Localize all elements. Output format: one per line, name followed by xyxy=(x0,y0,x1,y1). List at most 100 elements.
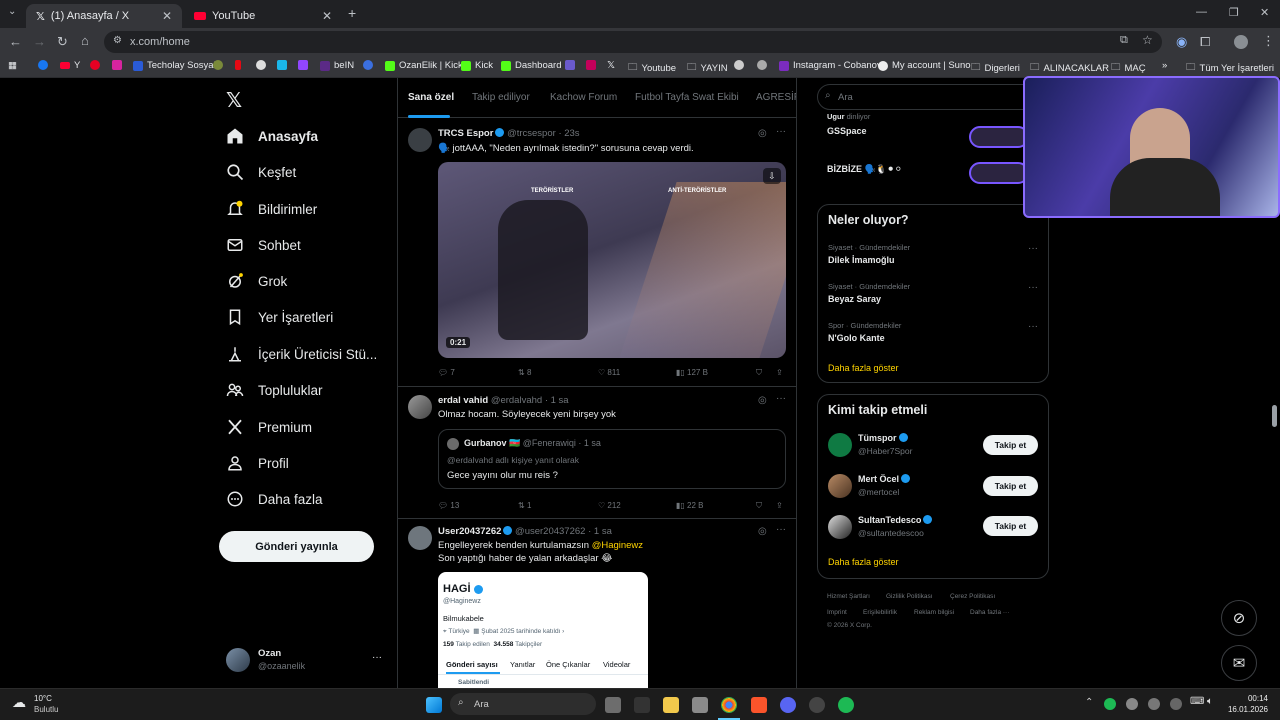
extension-icon[interactable]: ◉ xyxy=(1176,34,1187,50)
trend-menu-icon[interactable]: ··· xyxy=(1028,282,1038,293)
browser-menu-icon[interactable]: ⋮ xyxy=(1262,33,1275,49)
widgets-icon[interactable] xyxy=(634,697,650,713)
sidebar-item-grok[interactable]: Grok xyxy=(226,272,287,290)
grok-post-icon[interactable]: ◎ xyxy=(758,526,767,537)
grok-float-button[interactable]: ⊘ xyxy=(1221,600,1257,636)
sidebar-item-premium[interactable]: Premium xyxy=(226,418,312,436)
grok-post-icon[interactable]: ◎ xyxy=(758,128,767,139)
post-erdal-vahid[interactable]: erdal vahid @erdalvahd · 1 sa ◎ ··· Olma… xyxy=(398,388,796,519)
bookmark-ozanelik-kick[interactable]: OzanElik | Kick xyxy=(385,60,463,71)
post-image-profile-card[interactable]: HAGİ @Haginewz Bilmukabele ⌖ Türkiye ▦ Ş… xyxy=(438,572,648,688)
author-name[interactable]: TRCS Espor xyxy=(438,128,493,139)
share-icon[interactable]: ⇪ xyxy=(776,368,783,377)
steam-icon[interactable] xyxy=(809,697,825,713)
sidebar-item-more[interactable]: Daha fazla xyxy=(226,490,323,508)
back-icon[interactable]: ← xyxy=(9,34,22,49)
author-name[interactable]: erdal vahid xyxy=(438,395,488,406)
forward-icon[interactable]: → xyxy=(33,34,46,49)
bookmark-play[interactable] xyxy=(363,60,373,70)
bookmark-link[interactable] xyxy=(734,60,744,70)
bookmark-folder-digerleri[interactable]: 🗀 Digerleri xyxy=(971,60,1020,76)
spotify-icon[interactable] xyxy=(838,697,854,713)
restore-icon[interactable]: ❐ xyxy=(1229,6,1239,19)
post-button[interactable]: Gönderi yayınla xyxy=(219,531,374,562)
tab-x-home[interactable]: 𝕏 (1) Anasayfa / X ✕ xyxy=(26,4,182,28)
store-icon[interactable] xyxy=(692,697,708,713)
bookmark-folder-yayin[interactable]: 🗀 YAYIN xyxy=(687,60,728,76)
follow-button[interactable]: Takip et xyxy=(983,476,1038,496)
views-button[interactable]: ▮▯ 127 B xyxy=(676,368,708,377)
chrome-icon[interactable] xyxy=(721,697,737,713)
tab-list-icon[interactable]: ⌄ xyxy=(8,6,16,17)
footer-link[interactable]: Daha fazla ··· xyxy=(970,609,1009,616)
bookmark-globe[interactable] xyxy=(213,60,223,70)
start-button-icon[interactable] xyxy=(426,697,442,713)
suggestion-name[interactable]: SultanTedesco xyxy=(858,515,933,525)
bookmark-suno[interactable]: My account | Suno xyxy=(878,60,971,71)
weather-temp[interactable]: 10°C xyxy=(34,694,52,703)
mention-link[interactable]: @Haginewz xyxy=(592,540,643,551)
bookmarks-more[interactable]: » xyxy=(1162,60,1167,71)
taskbar-search[interactable]: ⌕ Ara xyxy=(450,693,596,715)
grok-post-icon[interactable]: ◎ xyxy=(758,395,767,406)
bookmark-instagram-cobanov[interactable]: Instagram - Cobanov xyxy=(779,60,882,71)
trend-name[interactable]: Beyaz Saray xyxy=(828,294,881,304)
tray-headset-icon[interactable] xyxy=(1148,698,1160,710)
sidebar-item-home[interactable]: Anasayfa xyxy=(226,127,318,145)
close-window-icon[interactable]: ✕ xyxy=(1260,6,1269,19)
post-menu-icon[interactable]: ··· xyxy=(776,524,786,535)
reload-icon[interactable]: ↻ xyxy=(57,34,68,50)
post-user20437262[interactable]: User20437262 @user20437262 · 1 sa ◎ ··· … xyxy=(398,520,796,688)
all-bookmarks[interactable]: 🗀 Tüm Yer İşaretleri xyxy=(1186,60,1274,76)
profile-avatar-icon[interactable] xyxy=(1234,35,1248,49)
post-video[interactable]: TERÖRİSTLER ANTİ-TERÖRİSTLER ⇩ 0:21 xyxy=(438,162,786,358)
author-handle[interactable]: @trcsespor xyxy=(507,128,556,139)
site-info-icon[interactable]: ⚙ xyxy=(113,35,122,46)
bookmark-h[interactable] xyxy=(565,60,575,70)
bookmark-site[interactable] xyxy=(256,60,266,70)
post-time[interactable]: · 23s xyxy=(558,128,579,139)
tray-spotify-icon[interactable] xyxy=(1104,698,1116,710)
address-bar[interactable]: ⚙ x.com/home ⧉ ☆ xyxy=(104,31,1162,53)
sidebar-item-profile[interactable]: Profil xyxy=(226,454,289,472)
bookmark-folder-alinacaklar[interactable]: 🗀 ALINACAKLAR xyxy=(1030,60,1109,76)
bookmark-techolay[interactable]: Techolay Sosyal xyxy=(133,60,216,71)
tab-for-you[interactable]: Sana özel xyxy=(408,92,454,103)
network-icon[interactable]: ⌨ xyxy=(1190,696,1204,707)
bookmark-dashboard[interactable]: Dashboard xyxy=(501,60,561,71)
author-handle[interactable]: @user20437262 xyxy=(515,526,585,537)
suggestion-name[interactable]: Tümspor xyxy=(858,433,908,443)
x-logo-icon[interactable]: 𝕏 xyxy=(226,88,242,113)
author-handle[interactable]: @erdalvahd xyxy=(491,395,542,406)
sidebar-item-explore[interactable]: Keşfet xyxy=(226,163,296,181)
page-scrollbar[interactable] xyxy=(1272,405,1277,427)
tray-app-icon[interactable] xyxy=(1126,698,1138,710)
bookmark-globe2[interactable] xyxy=(757,60,767,70)
sidebar-item-notifications[interactable]: Bildirimler xyxy=(226,200,317,218)
follow-button[interactable]: Takip et xyxy=(983,516,1038,536)
extensions-puzzle-icon[interactable]: ⧠ xyxy=(1200,34,1210,50)
bookmark-netflix[interactable] xyxy=(235,60,241,70)
quoted-post[interactable]: Gurbanov 🇦🇿 @Fenerawiqi · 1 sa @erdalvah… xyxy=(438,429,786,489)
minimize-icon[interactable]: — xyxy=(1196,6,1207,18)
views-button[interactable]: ▮▯ 22 B xyxy=(676,501,704,510)
tab-following[interactable]: Takip ediliyor xyxy=(472,92,530,103)
bookmark-y[interactable]: Y xyxy=(60,60,80,71)
weather-icon[interactable]: ☁ xyxy=(12,694,32,714)
trend-name[interactable]: N'Golo Kante xyxy=(828,333,885,343)
clock-date[interactable]: 16.01.2026 xyxy=(1222,705,1268,714)
footer-link[interactable]: Hizmet Şartları xyxy=(827,593,870,600)
repost-button[interactable]: ⇅ 8 xyxy=(518,368,531,377)
footer-link[interactable]: Reklam bilgisi xyxy=(914,609,954,616)
footer-link[interactable]: Erişilebilirlik xyxy=(863,609,897,616)
sidebar-item-communities[interactable]: Topluluklar xyxy=(226,381,323,399)
bookmark-post-icon[interactable]: ⛉ xyxy=(756,501,762,511)
tab-kachow-forum[interactable]: Kachow Forum xyxy=(550,92,617,103)
task-view-icon[interactable] xyxy=(605,697,621,713)
download-icon[interactable]: ⇩ xyxy=(763,168,781,184)
suggestion-name[interactable]: Mert Öcel xyxy=(858,474,911,484)
bookmark-pinterest[interactable] xyxy=(90,60,100,70)
account-menu-icon[interactable]: ··· xyxy=(372,652,382,663)
sidebar-item-bookmarks[interactable]: Yer İşaretleri xyxy=(226,308,333,326)
bookmark-folder-mac[interactable]: 🗀 MAÇ xyxy=(1111,60,1146,76)
